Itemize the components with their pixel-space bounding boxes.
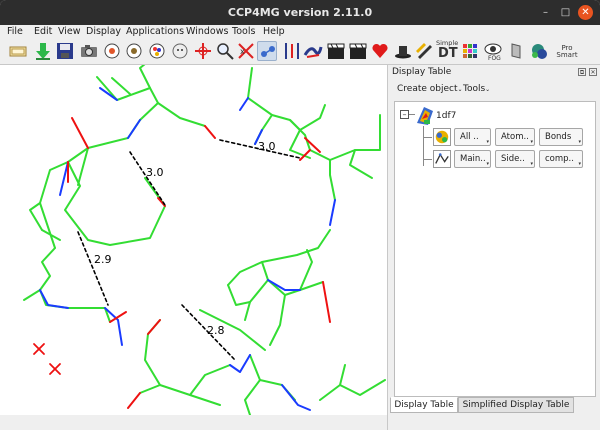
create-object-menu[interactable]: Create object⌄ — [397, 84, 463, 94]
side-chain-label: Side.. — [501, 154, 525, 164]
tools-menu[interactable]: Tools⌄ — [463, 84, 490, 94]
chevron-down-icon: ⌄ — [485, 86, 491, 93]
menu-windows[interactable]: Windows — [186, 26, 228, 37]
chevron-down-icon: ⌄ — [457, 86, 463, 93]
molecule-style-icon[interactable] — [433, 128, 451, 146]
maximize-button[interactable]: □ — [558, 5, 573, 20]
close-button[interactable]: ✕ — [578, 5, 593, 20]
network-icon[interactable] — [257, 41, 277, 61]
side-chain-button[interactable]: Side.. ▾ — [495, 150, 535, 168]
clapper-icon[interactable] — [348, 41, 368, 61]
bonds-style-label: Bonds — [545, 132, 572, 142]
globe-icon[interactable] — [529, 41, 549, 61]
crosshair-icon[interactable]: x — [236, 41, 256, 61]
movie-icon[interactable] — [326, 41, 346, 61]
collapse-toggle[interactable]: – — [400, 110, 409, 119]
dropdown-arrow-icon: ▾ — [486, 139, 489, 145]
center-icon[interactable] — [193, 41, 213, 61]
complement-button[interactable]: comp.. ▾ — [539, 150, 583, 168]
atom-style-button[interactable]: Atom.. ▾ — [495, 128, 535, 146]
fit-icon[interactable] — [282, 41, 302, 61]
open-file-icon[interactable] — [8, 41, 28, 61]
shield-icon[interactable] — [506, 41, 526, 61]
bonds-style-button[interactable]: Bonds ▾ — [539, 128, 583, 146]
abc-icon[interactable] — [460, 41, 480, 61]
svg-text:FOG: FOG — [488, 55, 501, 61]
distance-label-4: 2.8 — [207, 324, 225, 337]
heart-icon[interactable] — [370, 41, 390, 61]
menu-applications[interactable]: Applications — [126, 26, 184, 37]
display-table-tree: – 1df7 All .. ▾ Atom.. ▾ Bonds ▾ Main.. ▾ Si… — [394, 101, 596, 397]
carbon-bonds — [23, 65, 386, 415]
color-icon[interactable] — [147, 41, 167, 61]
tools-menu-label: Tools — [463, 84, 486, 94]
panel-close-button[interactable]: ✕ — [589, 68, 597, 76]
select-all-label: All .. — [460, 132, 479, 142]
menu-edit[interactable]: Edit — [34, 26, 52, 37]
zoom-icon[interactable] — [215, 41, 235, 61]
distance-label-2: 3.0 — [146, 166, 164, 179]
dropdown-arrow-icon: ▾ — [530, 139, 533, 145]
menu-tools[interactable]: Tools — [232, 26, 255, 37]
app-window: CCP4MG version 2.11.0 – □ ✕ File Edit Vi… — [0, 0, 600, 430]
load-icon[interactable] — [33, 41, 53, 61]
hbond-dashes — [77, 139, 301, 361]
molecule-viewport[interactable]: 3.0 3.0 2.9 2.8 — [0, 65, 387, 415]
distance-label-1: 3.0 — [258, 140, 276, 153]
molecule-graphics: 3.0 3.0 2.9 2.8 — [23, 65, 386, 415]
select-all-button[interactable]: All .. ▾ — [454, 128, 491, 146]
save-icon[interactable] — [55, 41, 75, 61]
bonds-style-icon[interactable] — [433, 150, 451, 168]
molecule-icon — [414, 105, 436, 127]
camera-icon[interactable] — [79, 41, 99, 61]
tree-connector — [423, 137, 432, 138]
water-crosses — [33, 343, 61, 375]
menu-view[interactable]: View — [58, 26, 81, 37]
pro-smart-icon[interactable]: Pro Smart — [552, 41, 592, 61]
panel-float-button[interactable]: ⧉ — [578, 68, 586, 76]
distance-label-3: 2.9 — [94, 253, 112, 266]
main-chain-label: Main.. — [460, 154, 486, 164]
create-object-label: Create object — [397, 84, 458, 94]
fog-eye-icon[interactable]: FOG — [483, 41, 503, 61]
tree-connector — [423, 159, 432, 160]
oxygen-bonds — [67, 117, 331, 409]
window-title: CCP4MG version 2.11.0 — [227, 6, 373, 19]
complement-label: comp.. — [545, 154, 574, 164]
face-icon[interactable] — [170, 41, 190, 61]
dropdown-arrow-icon: ▾ — [530, 161, 533, 167]
dropdown-arrow-icon: ▾ — [578, 161, 581, 167]
atom-style-label: Atom.. — [501, 132, 529, 142]
tab-display-table[interactable]: Display Table — [390, 397, 458, 413]
menu-file[interactable]: File — [7, 26, 23, 37]
menu-display[interactable]: Display — [86, 26, 121, 37]
status-bar — [0, 415, 387, 430]
display-table-panel: Display Table ⧉ ✕ Create object⌄ Tools⌄ … — [387, 65, 600, 430]
svg-text:x: x — [240, 47, 245, 56]
minimize-button[interactable]: – — [538, 5, 553, 20]
dropdown-arrow-icon: ▾ — [486, 161, 489, 167]
panel-title: Display Table — [392, 67, 452, 77]
eye-icon[interactable] — [124, 41, 144, 61]
molecule-name[interactable]: 1df7 — [436, 111, 456, 121]
menu-help[interactable]: Help — [263, 26, 285, 37]
menu-bar: File Edit View Display Applications Wind… — [0, 25, 600, 39]
toolbar: x Simple DT FOG Pro Smart — [0, 39, 600, 65]
dt-label: DT — [438, 46, 458, 61]
tree-connector — [423, 126, 424, 166]
dt-icon[interactable]: Simple DT — [436, 40, 458, 62]
title-bar: CCP4MG version 2.11.0 – □ ✕ — [0, 0, 600, 25]
pro-smart-text: Pro Smart — [556, 44, 578, 59]
hat-icon[interactable] — [393, 41, 413, 61]
dropdown-arrow-icon: ▾ — [578, 139, 581, 145]
fps-icon[interactable] — [414, 41, 434, 61]
rotate-icon[interactable] — [102, 41, 122, 61]
main-chain-button[interactable]: Main.. ▾ — [454, 150, 491, 168]
ribbon-icon[interactable] — [303, 41, 323, 61]
tab-simplified-display-table[interactable]: Simplified Display Table — [458, 397, 574, 413]
